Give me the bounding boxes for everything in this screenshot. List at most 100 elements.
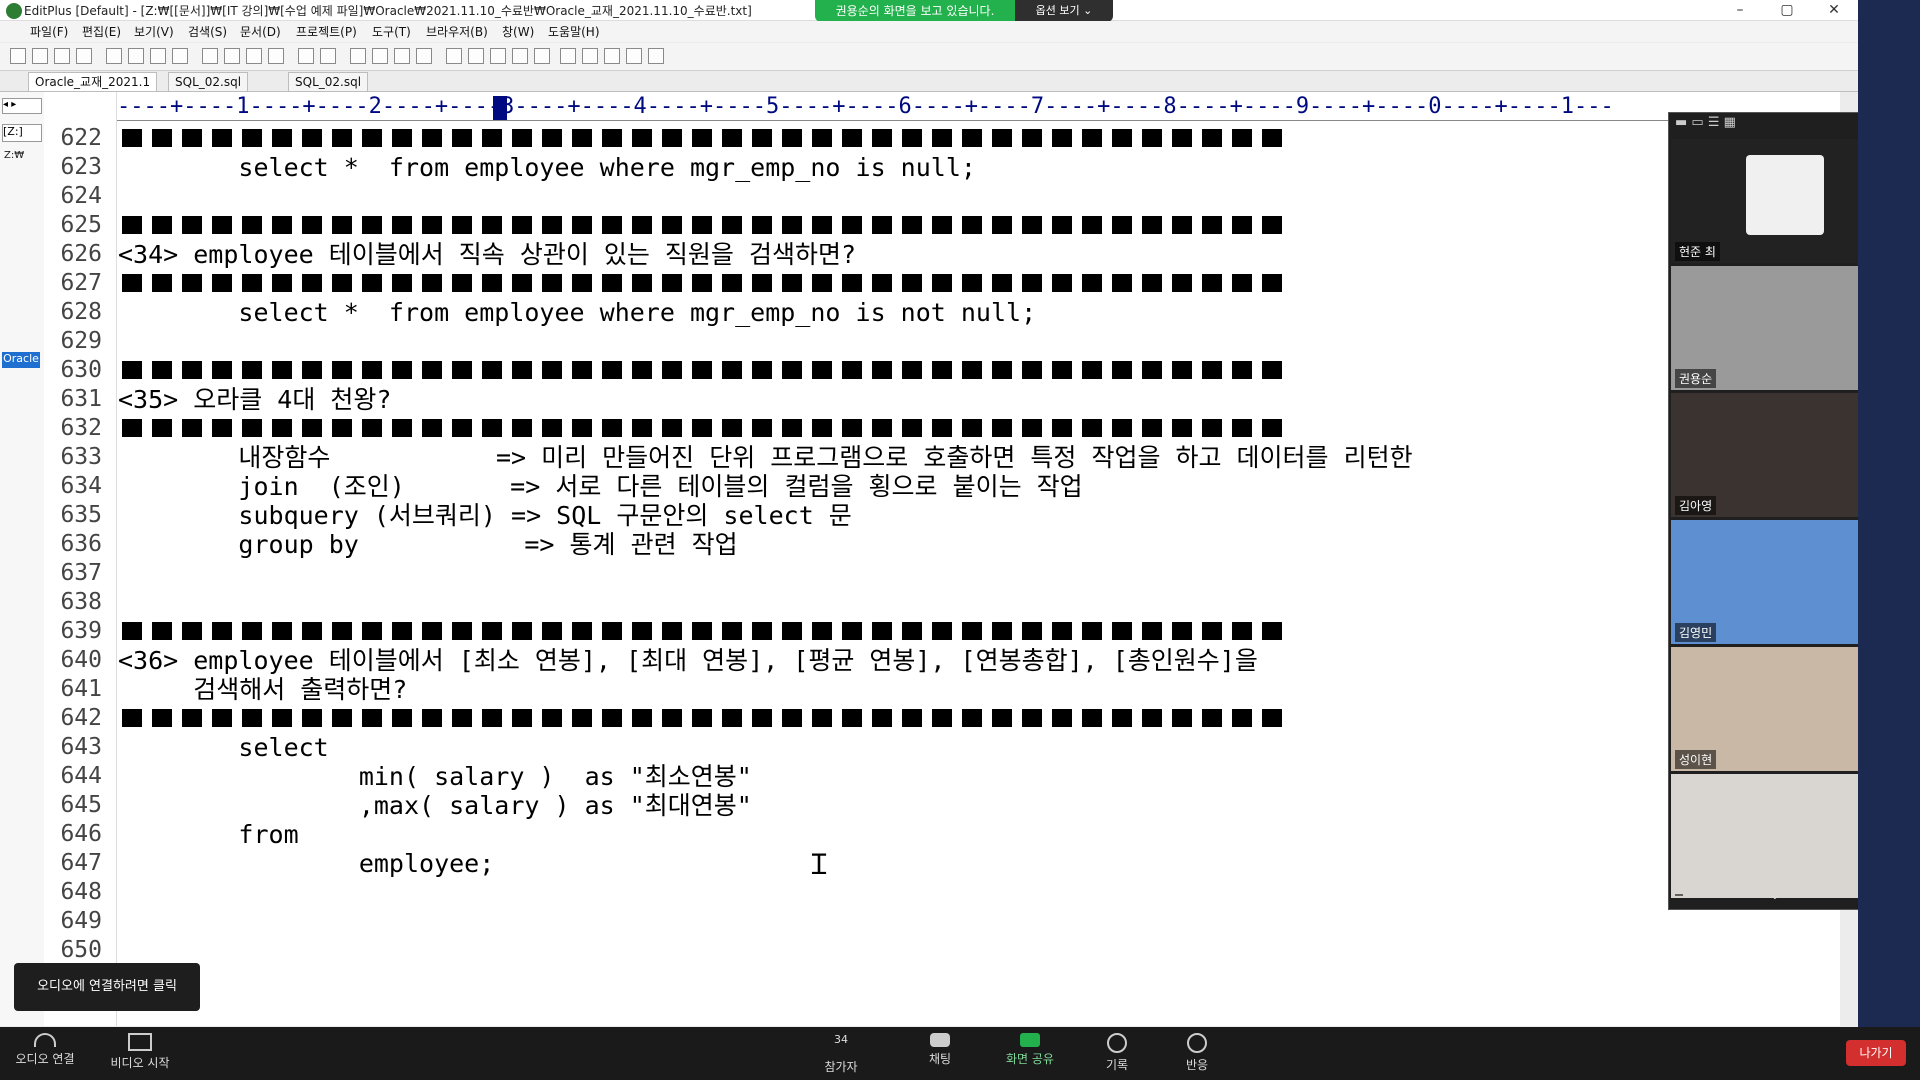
line-number-icon[interactable]	[490, 48, 506, 64]
spell-check-icon[interactable]	[150, 48, 166, 64]
editor-line-text[interactable]: group by => 통계 관련 작업	[118, 530, 737, 559]
participant-name	[1675, 894, 1683, 896]
scroll-arrows[interactable]: ◂ ▸	[2, 98, 42, 114]
line-number: 636	[60, 531, 102, 557]
reactions-label: 반응	[1185, 1058, 1209, 1072]
participant-name: 김아영	[1675, 496, 1717, 515]
paste-icon[interactable]	[246, 48, 262, 64]
menu-document[interactable]: 문서(D)	[240, 23, 281, 40]
emoji-icon	[1187, 1033, 1207, 1053]
tab-sql-02-b[interactable]: SQL_02.sql	[288, 72, 369, 91]
record-icon	[1107, 1033, 1127, 1053]
copy-icon[interactable]	[224, 48, 240, 64]
restore-button[interactable]: ▢	[1765, 0, 1809, 20]
line-number: 625	[60, 212, 102, 238]
menu-tools[interactable]: 도구(T)	[372, 23, 411, 40]
font-icon[interactable]	[446, 48, 462, 64]
reactions-button[interactable]: 반응	[1167, 1033, 1227, 1073]
editor-line-text[interactable]: <36> employee 테이블에서 [최소 연봉], [최대 연봉], [평…	[118, 646, 1258, 675]
output-window-icon[interactable]	[626, 48, 642, 64]
menu-search[interactable]: 검색(S)	[188, 23, 227, 40]
editor-line-text[interactable]: select * from employee where mgr_emp_no …	[118, 153, 976, 182]
view-options-button[interactable]: 옵션 보기 ⌄	[1015, 0, 1113, 22]
meeting-control-bar: 오디오 연결 비디오 시작 34 참가자 채팅 화면 공유 기록 반응	[0, 1027, 1920, 1080]
participants-button[interactable]: 34 참가자	[806, 1033, 876, 1075]
editor-line-text[interactable]: employee;	[118, 849, 494, 878]
tab-sql-02-a[interactable]: SQL_02.sql	[168, 72, 249, 91]
line-number: 622	[60, 125, 102, 151]
line-number: 628	[60, 299, 102, 325]
save-icon[interactable]	[54, 48, 70, 64]
browser-icon[interactable]	[560, 48, 576, 64]
ruler-cursor-marker	[493, 96, 507, 120]
screen-share-banner: 권용순의 화면을 보고 있습니다.	[815, 0, 1015, 22]
ruler-icon[interactable]	[512, 48, 528, 64]
leave-meeting-button[interactable]: 나가기	[1846, 1040, 1906, 1066]
audio-label: 오디오 연결	[15, 1052, 75, 1066]
redo-icon[interactable]	[320, 48, 336, 64]
editor-lines: 622 623 select * from employee where mgr_…	[0, 124, 1668, 964]
chat-button[interactable]: 채팅	[910, 1033, 970, 1067]
editor-line-text[interactable]: ,max( salary ) as "최대연봉"	[118, 791, 752, 820]
tab-oracle-textbook[interactable]: Oracle_교재_2021.1	[28, 72, 158, 91]
column-ruler: ----+----1----+----2----+----3----+----4…	[117, 94, 1840, 121]
menu-edit[interactable]: 편집(E)	[82, 23, 121, 40]
print-icon[interactable]	[128, 48, 144, 64]
share-screen-button[interactable]: 화면 공유	[995, 1033, 1065, 1067]
cliptext-icon[interactable]	[582, 48, 598, 64]
editor-line-text[interactable]: min( salary ) as "최소연봉"	[118, 762, 752, 791]
line-number: 638	[60, 589, 102, 615]
line-number: 650	[60, 937, 102, 963]
replace-icon[interactable]	[372, 48, 388, 64]
line-number: 633	[60, 444, 102, 470]
document-tab-bar: Oracle_교재_2021.1 SQL_02.sql SQL_02.sql	[0, 71, 1858, 92]
undo-icon[interactable]	[298, 48, 314, 64]
video-off-icon	[128, 1033, 152, 1051]
editor-line-text[interactable]: <35> 오라클 4대 천왕?	[118, 385, 391, 414]
line-number: 630	[60, 357, 102, 383]
editor-line-text[interactable]: select * from employee where mgr_emp_no …	[118, 298, 1036, 327]
minimize-button[interactable]: –	[1718, 0, 1762, 20]
line-number: 626	[60, 241, 102, 267]
word-wrap-icon[interactable]	[468, 48, 484, 64]
view-settings-icon[interactable]	[534, 48, 550, 64]
print-preview-icon[interactable]	[106, 48, 122, 64]
share-label: 화면 공유	[1006, 1052, 1054, 1066]
line-number: 627	[60, 270, 102, 296]
menu-help[interactable]: 도움말(H)	[548, 23, 600, 40]
chevron-down-icon[interactable]: ⌄	[1769, 887, 1781, 903]
editor-line-text[interactable]: select	[118, 733, 328, 762]
menu-project[interactable]: 프로젝트(P)	[296, 23, 357, 40]
editor-line-text[interactable]: join (조인) => 서로 다른 테이블의 컬럼을 횡으로 붙이는 작업	[118, 472, 1082, 501]
new-file-icon[interactable]	[10, 48, 26, 64]
close-button[interactable]: ✕	[1812, 0, 1856, 20]
properties-icon[interactable]	[172, 48, 188, 64]
avatar	[1746, 155, 1824, 235]
save-all-icon[interactable]	[76, 48, 92, 64]
editor-line-text[interactable]: <34> employee 테이블에서 직속 상관이 있는 직원을 검색하면?	[118, 240, 856, 269]
directory-icon[interactable]	[604, 48, 620, 64]
line-number: 646	[60, 821, 102, 847]
editor-line-text[interactable]: from	[118, 820, 298, 849]
video-button[interactable]: 비디오 시작	[100, 1033, 180, 1071]
delete-icon[interactable]	[268, 48, 284, 64]
help-icon[interactable]	[648, 48, 664, 64]
find-icon[interactable]	[350, 48, 366, 64]
participant-name: 성이현	[1675, 750, 1717, 769]
menu-view[interactable]: 보기(V)	[134, 23, 174, 40]
editor-line-text[interactable]: 검색해서 출력하면?	[118, 675, 407, 704]
participants-label: 참가자	[824, 1060, 858, 1074]
audio-button[interactable]: 오디오 연결	[10, 1033, 80, 1067]
record-button[interactable]: 기록	[1087, 1033, 1147, 1073]
find-in-files-icon[interactable]	[394, 48, 410, 64]
goto-line-icon[interactable]	[416, 48, 432, 64]
menu-window[interactable]: 창(W)	[502, 23, 534, 40]
menu-file[interactable]: 파일(F)	[30, 23, 68, 40]
video-label: 비디오 시작	[110, 1056, 170, 1070]
cut-icon[interactable]	[202, 48, 218, 64]
open-folder-icon[interactable]	[32, 48, 48, 64]
menu-browser[interactable]: 브라우저(B)	[426, 23, 488, 40]
line-number: 647	[60, 850, 102, 876]
editor-line-text[interactable]: 내장함수 => 미리 만들어진 단위 프로그램으로 호출하면 특정 작업을 하고…	[118, 443, 1412, 472]
editor-line-text[interactable]: subquery (서브쿼리) => SQL 구문안의 select 문	[118, 501, 851, 530]
